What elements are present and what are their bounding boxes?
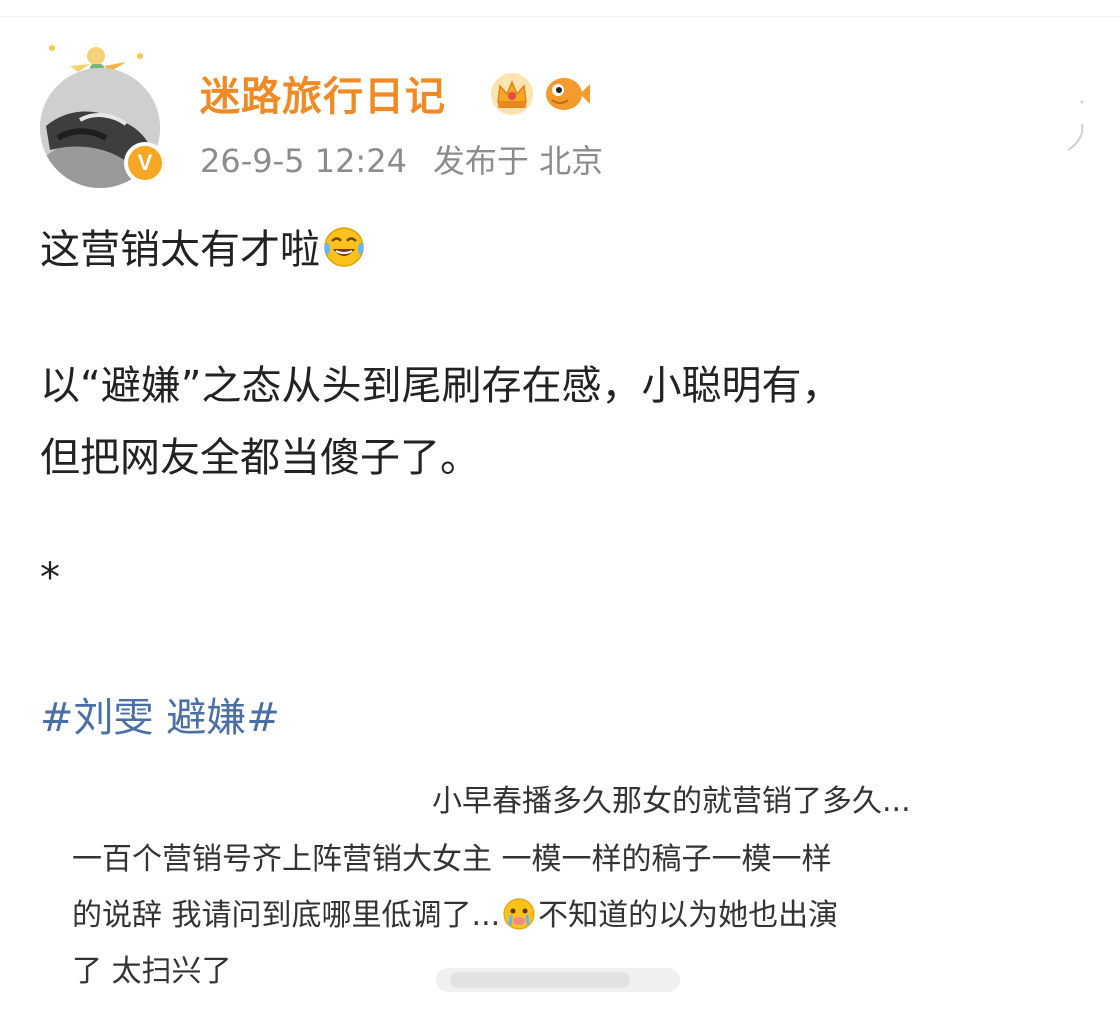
post-line-1: 这营销太有才啦 bbox=[40, 220, 366, 280]
blurred-watermark bbox=[430, 954, 690, 1004]
verified-badge: V bbox=[124, 142, 166, 184]
post-line-2: 以“避嫌”之态从头到尾刷存在感，小聪明有， bbox=[40, 363, 842, 409]
top-divider bbox=[0, 16, 1120, 17]
quote-line-2: 一百个营销号齐上阵营销大女主 一模一样的稿子一模一样 bbox=[72, 842, 832, 877]
post-meta: 26-9-5 12:24 发布于 北京 bbox=[200, 136, 603, 182]
hashtag-link[interactable]: #刘雯 避嫌# bbox=[40, 688, 280, 748]
laughing-tears-icon bbox=[322, 225, 366, 269]
quote-line-3: 的说辞 我请问到底哪里低调了... 不知道的以为她也出演 bbox=[72, 890, 838, 934]
corner-mark-icon bbox=[1064, 96, 1088, 152]
post-location: 发布于 北京 bbox=[432, 142, 604, 180]
weibo-post-page: V 迷路旅行日记 26-9-5 12:24 发布于 北京 这营销太有才啦 以“避… bbox=[0, 0, 1120, 1015]
quote-line-1: 小早春播多久那女的就营销了多久... bbox=[432, 784, 911, 819]
quote-line-3a: 的说辞 我请问到底哪里低调了... bbox=[72, 898, 501, 933]
quote-line-4: 了 太扫兴了 bbox=[72, 954, 232, 989]
quote-line-3b: 不知道的以为她也出演 bbox=[538, 898, 839, 933]
fish-icon[interactable] bbox=[542, 72, 590, 116]
post-line-4: * bbox=[40, 555, 60, 601]
crown-icon[interactable] bbox=[490, 72, 534, 116]
post-timestamp: 26-9-5 12:24 bbox=[200, 142, 407, 180]
author-name[interactable]: 迷路旅行日记 bbox=[200, 64, 446, 122]
crying-face-icon bbox=[502, 897, 536, 931]
post-line-1-text: 这营销太有才啦 bbox=[40, 227, 320, 273]
post-line-3: 但把网友全都当傻子了。 bbox=[40, 435, 480, 481]
